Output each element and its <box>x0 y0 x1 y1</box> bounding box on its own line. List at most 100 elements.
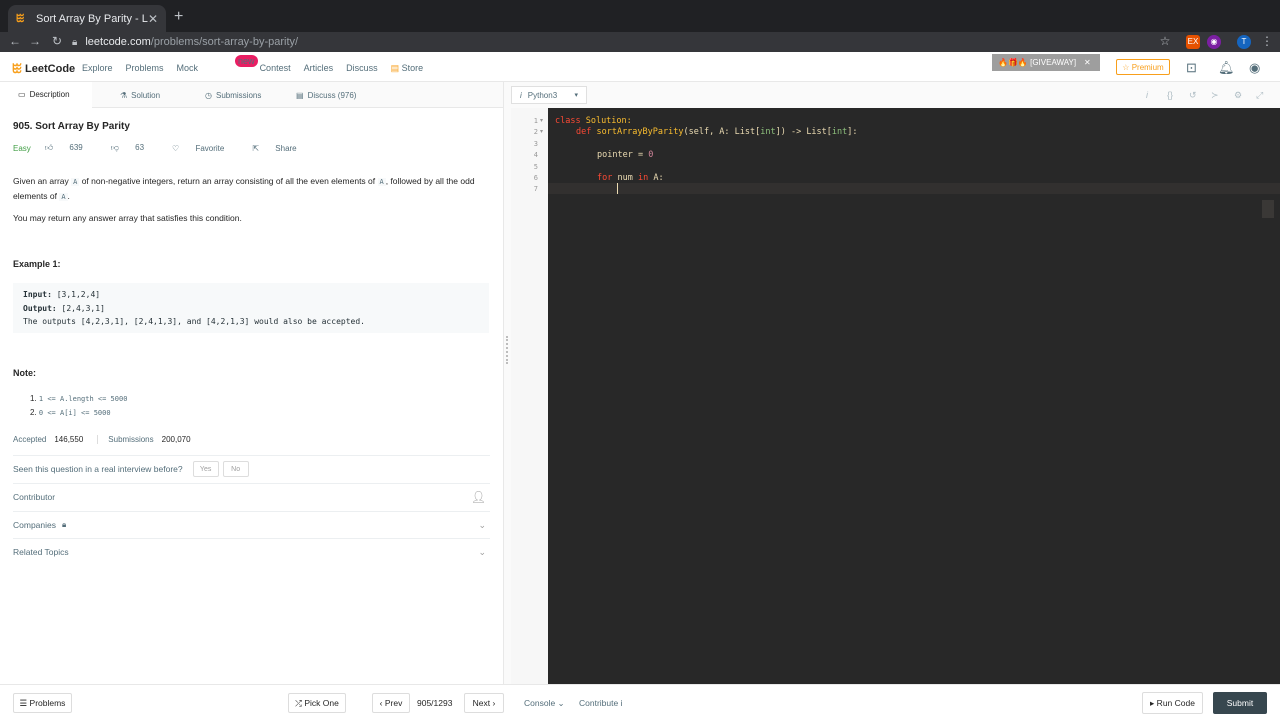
prev-button[interactable]: ‹ Prev <box>372 693 410 713</box>
description-tab-icon: ▭ <box>18 89 26 99</box>
inline-code: A <box>377 178 386 186</box>
example-heading: Example 1: <box>13 259 61 269</box>
fullscreen-icon[interactable]: ⤢ <box>1256 90 1263 101</box>
extension-icon[interactable]: ◉ <box>1207 35 1221 49</box>
dislike-button[interactable]: 👎︎ 63 <box>111 143 158 153</box>
input-label: Input: <box>23 290 52 299</box>
submissions-value: 200,070 <box>161 435 191 444</box>
discuss-icon: ▤ <box>296 90 304 100</box>
problems-list-button[interactable]: ☰ Problems <box>13 693 72 713</box>
profile-avatar[interactable]: T <box>1237 35 1251 49</box>
yes-button[interactable]: Yes <box>192 461 219 477</box>
settings-icon[interactable]: ⚙︎ <box>1234 90 1242 101</box>
active-line-highlight <box>548 183 1280 194</box>
thumbs-up-icon: 👍︎ <box>44 143 54 152</box>
nav-mock[interactable]: Mock new <box>177 55 258 74</box>
premium-button[interactable]: ☆ Premium <box>1116 59 1170 75</box>
keyword: class <box>555 116 581 126</box>
back-icon[interactable]: ← <box>8 34 22 48</box>
editor-toolbar <box>511 82 1280 108</box>
nav-store-label: Store <box>401 63 424 73</box>
playground-icon[interactable]: ⊡ <box>1186 60 1197 76</box>
line-number-gutter <box>511 108 548 684</box>
nav-explore[interactable]: Explore <box>82 63 113 74</box>
code-line: for num in A: <box>597 173 664 183</box>
tab-discuss[interactable]: ▤ Discuss (976) <box>296 82 356 108</box>
companies-row[interactable]: Companies 🔒︎ ⌄ <box>13 511 490 538</box>
description-tabs: ▭ Description ⚗︎ Solution ◷ Submissions ▤ Di… <box>0 82 503 108</box>
browser-tab[interactable]: ꖺ Sort Array By Parity - LeetCode ✕ <box>8 5 166 32</box>
url-field[interactable]: 🔒︎ leetcode.com/problems/sort-array-by-p… <box>72 33 1180 51</box>
reset-icon[interactable]: ↺ <box>1189 90 1197 101</box>
contributor-label: Contributor <box>13 492 56 502</box>
giveaway-text: 🔥🎁🔥 [GIVEAWAY] <box>998 58 1077 67</box>
close-giveaway-icon[interactable]: ✕ <box>1084 58 1091 67</box>
related-topics-row[interactable]: Related Topics ⌄ <box>13 538 490 565</box>
nav-articles[interactable]: Articles <box>304 63 334 74</box>
splitter-grip[interactable] <box>506 336 508 364</box>
notification-bell-icon[interactable]: 🔔︎ <box>1218 60 1235 76</box>
url-path: /problems/sort-array-by-parity/ <box>150 36 299 48</box>
code-editor[interactable] <box>548 108 1280 684</box>
new-tab-icon[interactable]: + <box>174 8 183 26</box>
type-name: int <box>760 127 776 137</box>
nav-contest[interactable]: Contest <box>260 63 291 74</box>
contributor-avatar[interactable]: 👤︎ <box>471 490 486 504</box>
share-button[interactable]: ⇱ Share <box>252 144 310 153</box>
next-button[interactable]: Next › <box>464 693 504 713</box>
line-number: 4 <box>533 151 538 159</box>
submit-button[interactable]: Submit <box>1213 692 1267 714</box>
console-button[interactable]: Console ⌄ <box>524 698 565 709</box>
pick-one-button[interactable]: ⤮ Pick One <box>288 693 346 713</box>
info-icon: i <box>520 90 522 100</box>
note-list: 1. 1 <= A.length <= 5000 2. 0 <= A[i] <=… <box>30 392 127 420</box>
bookmark-star-icon[interactable]: ☆ <box>1158 34 1172 48</box>
language-select[interactable]: i Python3 ▾ <box>511 86 587 104</box>
dislike-count: 63 <box>135 143 145 152</box>
user-avatar-icon[interactable]: ◉ <box>1249 60 1260 76</box>
like-button[interactable]: 👍︎ 639 <box>45 143 97 153</box>
extension-icon[interactable]: EX <box>1186 35 1200 49</box>
example-block: Input: [3,1,2,4] Output: [2,4,3,1] The o… <box>13 283 489 333</box>
tab-solution[interactable]: ⚗︎ Solution <box>120 82 160 108</box>
leetcode-logo[interactable]: ꖺ LeetCode <box>12 61 75 77</box>
function-name: sortArrayByParity <box>591 127 684 137</box>
reload-icon[interactable]: ↻ <box>50 34 64 48</box>
problem-description: Given an array A of non-negative integer… <box>13 174 493 204</box>
contribute-button[interactable]: Contribute i <box>579 698 622 708</box>
nav-problems[interactable]: Problems <box>126 63 164 74</box>
tab-description-label: Description <box>29 89 70 99</box>
nav-discuss[interactable]: Discuss <box>346 63 378 74</box>
run-code-button[interactable]: ▸ Run Code <box>1142 692 1203 714</box>
tab-description[interactable]: ▭ Description <box>0 82 92 108</box>
tab-solution-label: Solution <box>131 90 161 100</box>
braces-icon[interactable]: {} <box>1167 90 1173 100</box>
fold-icon[interactable]: ▾ <box>540 128 543 135</box>
keyword: for <box>597 173 613 183</box>
difficulty-badge: Easy <box>13 143 31 153</box>
editor-scrollbar[interactable] <box>1262 200 1274 218</box>
keyword: in <box>637 173 649 183</box>
desc-text: Given an array <box>13 176 72 186</box>
close-tab-icon[interactable]: ✕ <box>148 12 158 26</box>
submissions-label: Submissions <box>108 435 154 444</box>
forward-icon[interactable]: → <box>28 34 42 48</box>
accepted-stat: Accepted 146,550 <box>13 435 83 444</box>
giveaway-banner[interactable]: 🔥🎁🔥 [GIVEAWAY] ✕ <box>992 54 1100 71</box>
nav-store[interactable]: ▤ Store <box>391 63 437 74</box>
fold-icon[interactable]: ▾ <box>540 117 543 124</box>
keyword: def <box>576 127 592 137</box>
list-item: 1. 1 <= A.length <= 5000 <box>30 394 128 403</box>
code-text: num <box>612 173 638 183</box>
problem-stats: Accepted 146,550 Submissions 200,070 <box>13 435 191 444</box>
browser-tab-title: Sort Array By Parity - LeetCode <box>36 12 148 25</box>
pane-splitter[interactable] <box>503 82 511 684</box>
browser-menu-icon[interactable]: ⋮ <box>1260 34 1274 48</box>
tab-submissions[interactable]: ◷ Submissions <box>205 82 261 108</box>
chevron-down-icon: ▾ <box>574 92 578 99</box>
favorite-button[interactable]: ♡ Favorite <box>172 144 238 153</box>
no-button[interactable]: No <box>222 461 249 477</box>
terminal-icon[interactable]: ≻ <box>1211 90 1219 101</box>
code-text: pointer = <box>597 150 649 160</box>
info-icon[interactable]: i <box>1146 90 1148 100</box>
